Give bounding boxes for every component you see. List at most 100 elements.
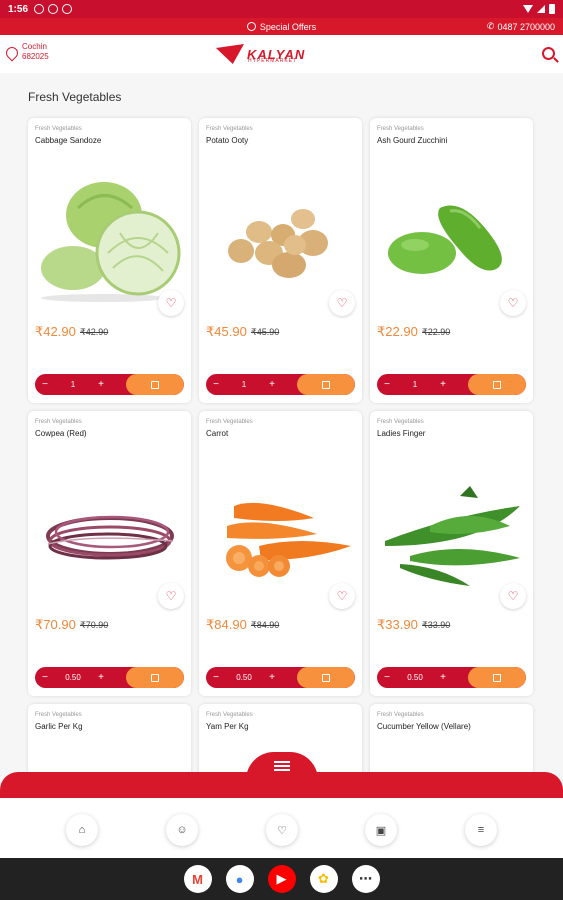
decrease-button[interactable]: − [35, 672, 55, 683]
product-name: Cucumber Yellow (Vellare) [377, 722, 471, 731]
product-name: Ash Gourd Zucchini [377, 136, 448, 145]
cart-bag-icon [322, 380, 330, 389]
product-old-price: ₹33.90 [422, 620, 451, 630]
product-card[interactable]: Fresh Vegetables Carrot ♡ ₹84.90 ₹84.90 … [199, 411, 362, 696]
signal-icon [537, 5, 545, 13]
product-price: ₹84.90 [206, 617, 247, 632]
product-price: ₹33.90 [377, 617, 418, 632]
profile-nav-button[interactable]: ☺ [166, 814, 198, 846]
quantity-stepper: − 0.50 + [206, 667, 355, 688]
product-price: ₹22.90 [377, 324, 418, 339]
add-to-cart-button[interactable] [468, 667, 526, 688]
menu-nav-button[interactable]: ≡ [465, 814, 497, 846]
quantity-value: 0.50 [407, 673, 423, 682]
app-header: Cochin 682025 KALYAN HYPERMARKET [0, 35, 563, 73]
product-category: Fresh Vegetables [206, 712, 253, 718]
wishlist-heart-icon[interactable]: ♡ [158, 583, 184, 609]
wishlist-heart-icon[interactable]: ♡ [500, 583, 526, 609]
wishlist-heart-icon[interactable]: ♡ [500, 290, 526, 316]
product-category: Fresh Vegetables [206, 126, 253, 132]
product-old-price: ₹70.90 [80, 620, 109, 630]
product-category: Fresh Vegetables [377, 126, 424, 132]
location-selector[interactable]: Cochin 682025 [3, 42, 49, 62]
filter-icon [274, 761, 290, 771]
cabbage-image [41, 182, 181, 302]
chrome-icon[interactable]: ● [225, 865, 254, 893]
increase-button[interactable]: + [262, 379, 282, 390]
decrease-button[interactable]: − [35, 379, 55, 390]
zucchini-image [388, 205, 502, 274]
home-nav-button[interactable]: ⌂ [66, 814, 98, 846]
add-to-cart-button[interactable] [468, 374, 526, 395]
wifi-icon [523, 5, 533, 13]
notification-icon [34, 4, 45, 14]
brand-logo[interactable]: KALYAN HYPERMARKET [216, 44, 305, 64]
product-name: Garlic Per Kg [35, 722, 83, 731]
offer-icon [246, 22, 256, 31]
product-category: Fresh Vegetables [35, 126, 82, 132]
notification-icon [48, 4, 59, 14]
product-category: Fresh Vegetables [35, 712, 82, 718]
orders-nav-button[interactable]: ▣ [365, 814, 397, 846]
photos-icon[interactable]: ✿ [309, 865, 338, 893]
system-dock: M ● ▶ ✿ ⋯ [0, 858, 563, 900]
apps-glyph: ⋯ [359, 871, 372, 886]
add-to-cart-button[interactable] [297, 667, 355, 688]
add-to-cart-button[interactable] [126, 667, 184, 688]
decrease-button[interactable]: − [377, 379, 397, 390]
phone-link[interactable]: ✆ 0487 2700000 [487, 21, 555, 32]
location-pincode: 682025 [22, 52, 49, 61]
youtube-glyph: ▶ [276, 871, 287, 886]
gmail-icon[interactable]: M [183, 865, 212, 893]
product-name: Cowpea (Red) [35, 429, 87, 438]
product-card[interactable]: Fresh Vegetables Cowpea (Red) ♡ ₹70.90 ₹… [28, 411, 191, 696]
decrease-button[interactable]: − [206, 379, 226, 390]
increase-button[interactable]: + [91, 379, 111, 390]
product-old-price: ₹84.90 [251, 620, 280, 630]
menu-icon: ≡ [477, 824, 485, 836]
search-icon[interactable] [542, 47, 555, 60]
product-card[interactable]: Fresh Vegetables Ash Gourd Zucchini ♡ ₹2… [370, 118, 533, 403]
wishlist-heart-icon[interactable]: ♡ [329, 583, 355, 609]
product-name: Potato Ooty [206, 136, 249, 145]
offer-bar: Special Offers ✆ 0487 2700000 [0, 18, 563, 35]
system-status-bar: 1:56 [0, 0, 563, 18]
decrease-button[interactable]: − [206, 672, 226, 683]
increase-button[interactable]: + [433, 672, 453, 683]
status-time: 1:56 [8, 3, 29, 15]
quantity-value: 0.50 [65, 673, 81, 682]
bottom-navigation: ⌂ ☺ ♡ ▣ ≡ [0, 798, 563, 858]
cart-bag-icon [151, 673, 159, 682]
product-category: Fresh Vegetables [377, 419, 424, 425]
phone-number: 0487 2700000 [497, 21, 555, 32]
product-name: Ladies Finger [377, 429, 426, 438]
increase-button[interactable]: + [91, 672, 111, 683]
notification-icon [62, 4, 73, 14]
wishlist-heart-icon[interactable]: ♡ [158, 290, 184, 316]
battery-icon [549, 4, 555, 14]
page-title: Fresh Vegetables [28, 90, 122, 104]
profile-icon: ☺ [176, 824, 188, 836]
youtube-icon[interactable]: ▶ [267, 865, 296, 893]
apps-icon[interactable]: ⋯ [351, 865, 380, 893]
increase-button[interactable]: + [433, 379, 453, 390]
product-card[interactable]: Fresh Vegetables Ladies Finger ♡ ₹33.90 … [370, 411, 533, 696]
wishlist-nav-button[interactable]: ♡ [266, 814, 298, 846]
product-price: ₹45.90 [206, 324, 247, 339]
quantity-stepper: − 1 + [35, 374, 184, 395]
product-card[interactable]: Fresh Vegetables Cabbage Sandoze ♡ ₹42.9… [28, 118, 191, 403]
special-offers-link[interactable]: Special Offers [0, 22, 563, 32]
product-card[interactable]: Fresh Vegetables Potato Ooty ♡ ₹45.90 ₹4… [199, 118, 362, 403]
increase-button[interactable]: + [262, 672, 282, 683]
add-to-cart-button[interactable] [297, 374, 355, 395]
wishlist-heart-icon[interactable]: ♡ [329, 290, 355, 316]
decrease-button[interactable]: − [377, 672, 397, 683]
gmail-glyph: M [192, 871, 203, 887]
add-to-cart-button[interactable] [126, 374, 184, 395]
product-old-price: ₹42.90 [80, 327, 109, 337]
orders-icon: ▣ [375, 824, 387, 837]
quantity-value: 1 [412, 380, 418, 389]
quantity-value: 1 [241, 380, 247, 389]
location-pin-icon [3, 44, 21, 62]
quantity-stepper: − 1 + [206, 374, 355, 395]
